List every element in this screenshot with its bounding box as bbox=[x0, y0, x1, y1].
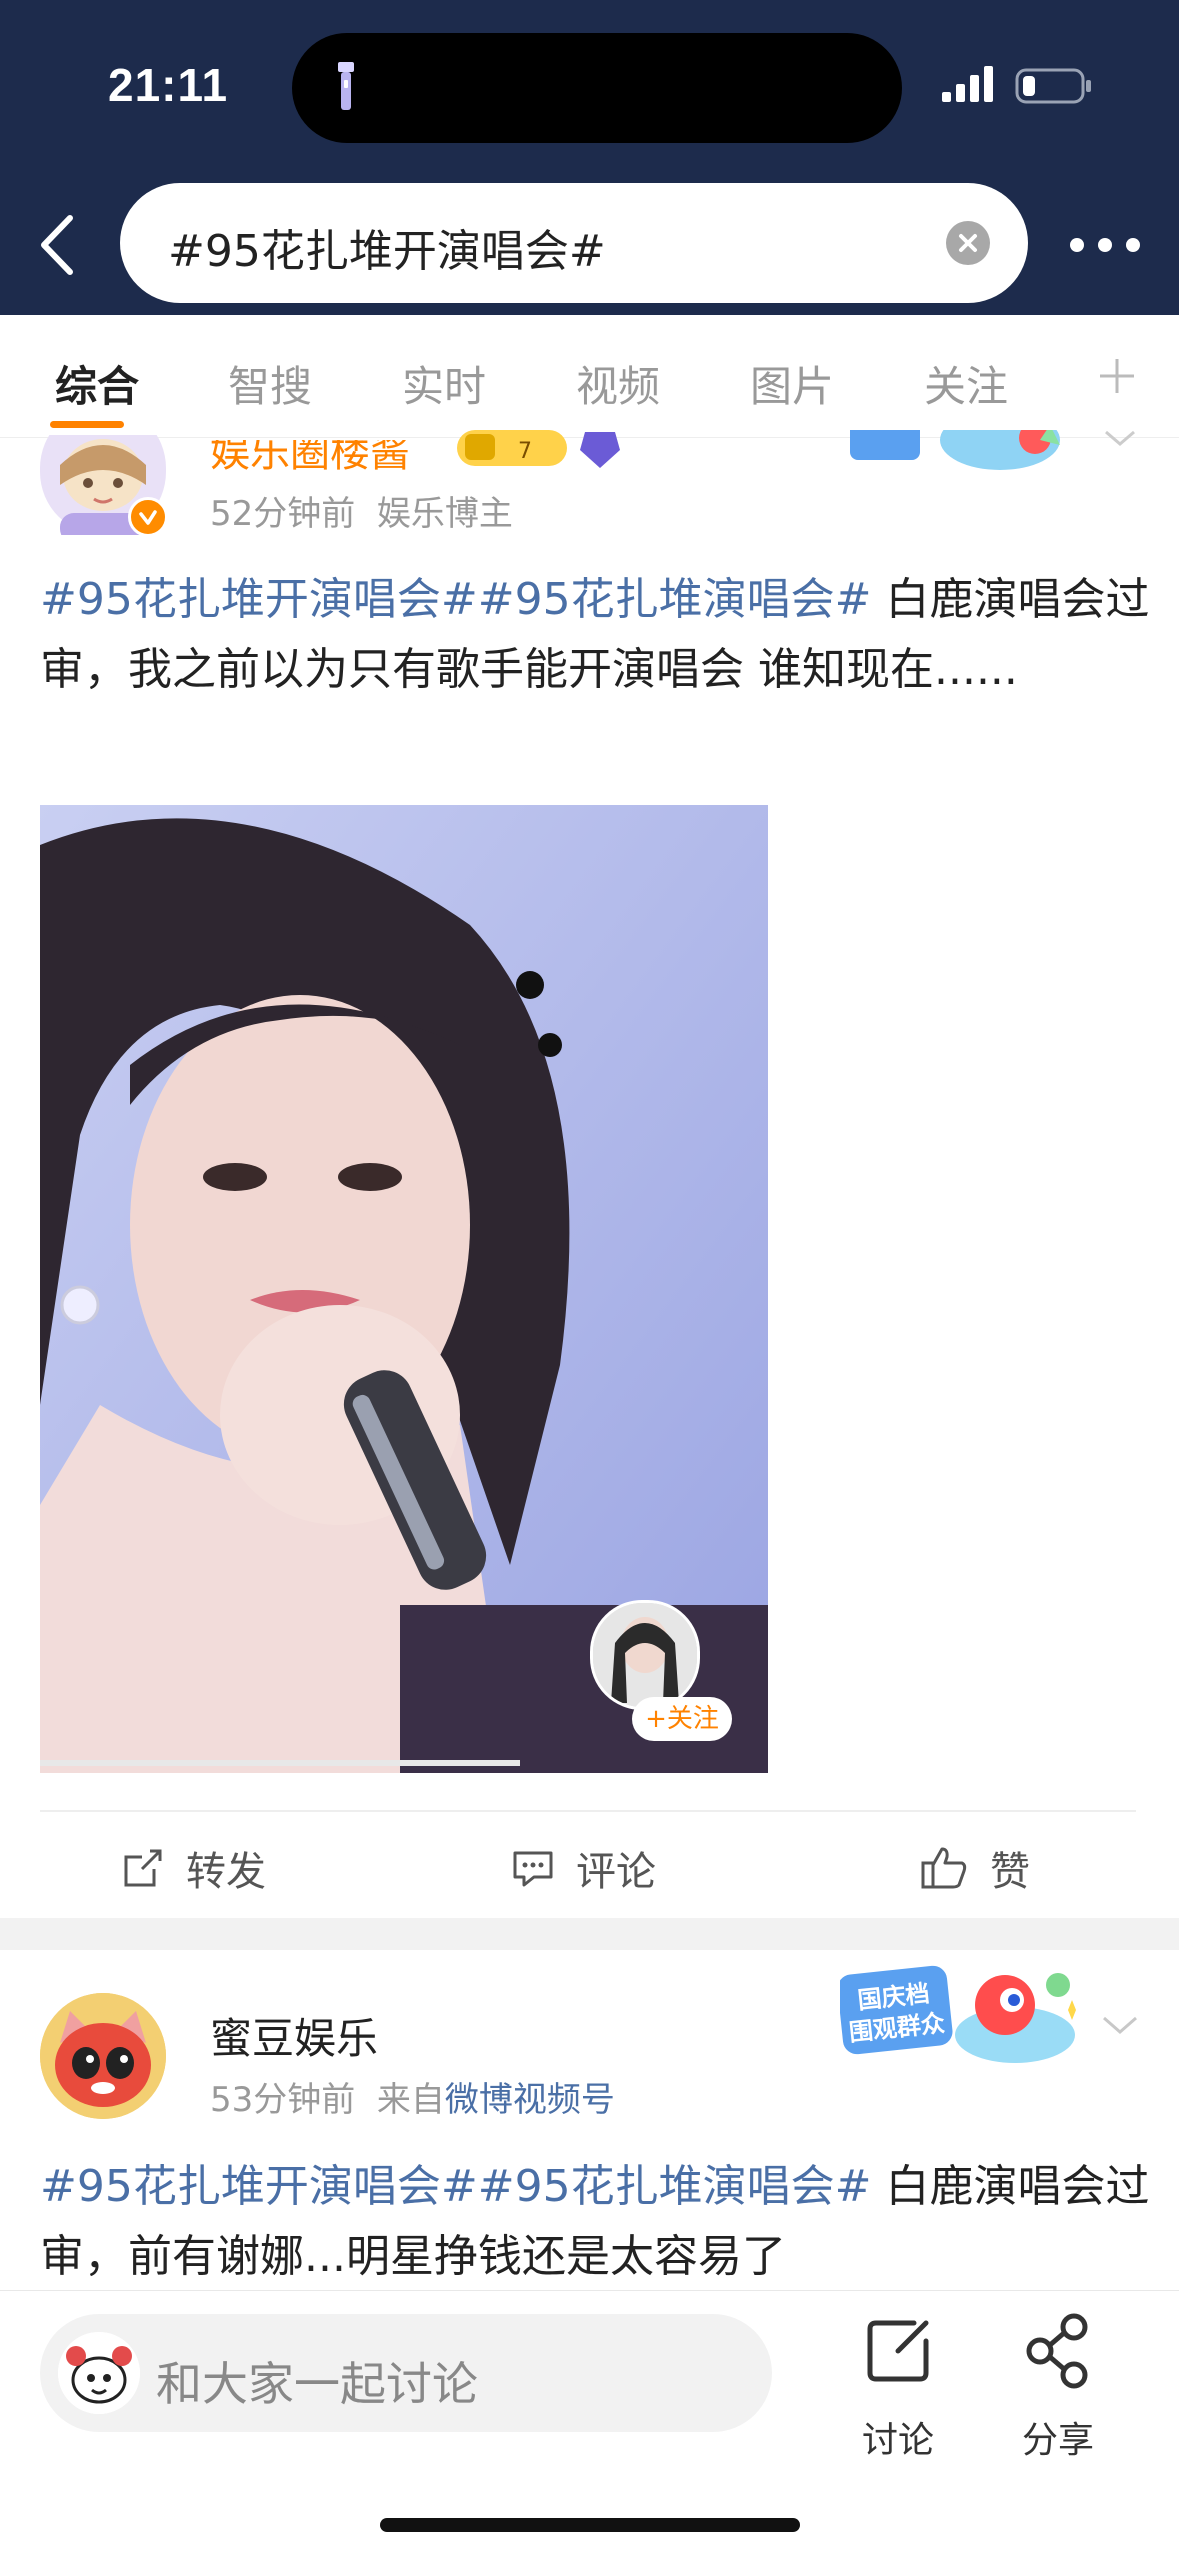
search-input[interactable]: #95花扎堆开演唱会# bbox=[120, 183, 1028, 303]
event-badge-icon: 国庆档 围观群众 bbox=[840, 1965, 1076, 2063]
post-time: 52分钟前 bbox=[210, 494, 356, 534]
flashlight-icon bbox=[338, 62, 354, 110]
chevron-down-icon[interactable] bbox=[1098, 2010, 1142, 2040]
tab-comprehensive[interactable]: 综合 bbox=[55, 353, 139, 414]
author-role: 娱乐博主 bbox=[376, 494, 513, 534]
source-prefix: 来自 bbox=[376, 2080, 445, 2120]
verified-badge-icon bbox=[128, 497, 168, 537]
battery-icon bbox=[1015, 68, 1091, 104]
comment-button[interactable]: 评论 bbox=[510, 1838, 656, 1898]
clear-icon[interactable] bbox=[946, 221, 990, 265]
tab-bar: 综合 智搜 实时 视频 图片 关注 bbox=[0, 315, 1179, 438]
chevron-down-icon[interactable] bbox=[1098, 430, 1142, 450]
active-tab-indicator bbox=[50, 421, 124, 428]
cellular-signal-icon bbox=[942, 66, 993, 102]
tab-realtime[interactable]: 实时 bbox=[402, 353, 486, 414]
discuss-label: 讨论 bbox=[861, 2420, 934, 2461]
repost-icon bbox=[124, 1849, 162, 1887]
discuss-button[interactable]: 讨论 bbox=[838, 2311, 958, 2461]
status-time: 21:11 bbox=[108, 59, 229, 111]
comment-icon bbox=[513, 1851, 553, 1887]
dynamic-island bbox=[292, 33, 902, 143]
post-body: #95花扎堆开演唱会##95花扎堆演唱会# 白鹿演唱会过审，前有谢娜...明星挣… bbox=[40, 2152, 1150, 2292]
svg-text:7: 7 bbox=[518, 439, 532, 464]
author-avatar[interactable] bbox=[40, 1993, 166, 2119]
event-badge-icon bbox=[850, 430, 1060, 470]
discussion-placeholder: 和大家一起讨论 bbox=[156, 2357, 478, 2411]
search-query: #95花扎堆开演唱会# bbox=[168, 226, 606, 277]
tab-images[interactable]: 图片 bbox=[750, 353, 834, 414]
topic-link[interactable]: #95花扎堆开演唱会##95花扎堆演唱会# bbox=[40, 2161, 871, 2212]
home-indicator bbox=[380, 2518, 800, 2532]
like-label: 赞 bbox=[990, 1849, 1030, 1895]
add-tab-icon[interactable] bbox=[1096, 355, 1138, 397]
tab-smart-search[interactable]: 智搜 bbox=[228, 353, 312, 414]
source-link[interactable]: 微博视频号 bbox=[445, 2080, 615, 2120]
comment-label: 评论 bbox=[576, 1849, 656, 1895]
author-name[interactable]: 蜜豆娱乐 bbox=[210, 2005, 378, 2066]
post-meta: 53分钟前 来自微博视频号 bbox=[210, 2072, 615, 2121]
post-meta: 52分钟前 娱乐博主 bbox=[210, 486, 513, 535]
thumbs-up-icon bbox=[921, 1847, 967, 1889]
topic-link[interactable]: #95花扎堆开演唱会##95花扎堆演唱会# bbox=[40, 574, 871, 625]
share-icon bbox=[1026, 2313, 1088, 2389]
divider bbox=[40, 1810, 1136, 1812]
tab-video[interactable]: 视频 bbox=[576, 353, 660, 414]
share-label: 分享 bbox=[1021, 2420, 1094, 2461]
back-arrow-icon[interactable] bbox=[30, 210, 90, 280]
repost-button[interactable]: 转发 bbox=[120, 1838, 266, 1898]
tab-following[interactable]: 关注 bbox=[924, 353, 1008, 414]
more-options-icon[interactable] bbox=[1065, 230, 1145, 260]
discussion-input[interactable]: 和大家一起讨论 bbox=[40, 2314, 772, 2432]
repost-label: 转发 bbox=[186, 1849, 266, 1895]
bottom-bar: 和大家一起讨论 讨论 分享 bbox=[0, 2290, 1179, 2557]
share-button[interactable]: 分享 bbox=[998, 2311, 1118, 2461]
vip-level-icon: 7 bbox=[457, 430, 620, 468]
post-time: 53分钟前 bbox=[210, 2080, 356, 2120]
post-separator bbox=[0, 1918, 1179, 1950]
user-avatar bbox=[58, 2332, 140, 2414]
follow-button[interactable]: +关注 bbox=[632, 1697, 732, 1741]
author-thumbnail[interactable] bbox=[590, 1600, 700, 1710]
edit-icon bbox=[867, 2320, 929, 2382]
like-button[interactable]: 赞 bbox=[920, 1838, 1030, 1898]
post-body: #95花扎堆开演唱会##95花扎堆演唱会# 白鹿演唱会过审，我之前以为只有歌手能… bbox=[40, 565, 1150, 705]
